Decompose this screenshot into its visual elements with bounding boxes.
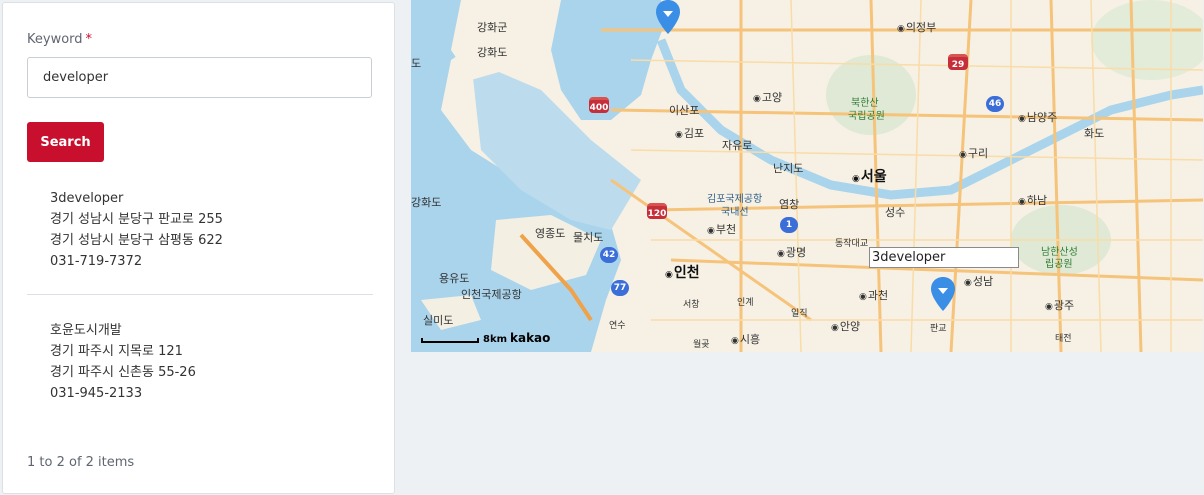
map-label: 강화도 (411, 196, 442, 209)
result-phone: 031-719-7372 (50, 254, 143, 269)
highway-shield: 29 (948, 54, 968, 70)
map-label: 의정부 (897, 19, 936, 35)
map-label: 국내선 (721, 207, 749, 218)
map-label: 판교 (930, 324, 947, 334)
highway-shield: 42 (600, 247, 618, 263)
result-item[interactable]: 3developer 경기 성남시 분당구 판교로 255 경기 성남시 분당구… (50, 188, 223, 272)
map-label: 고양 (753, 89, 782, 105)
highway-shield: 1 (780, 217, 798, 233)
map-label: 물치도 (573, 231, 604, 244)
result-name: 호윤도시개발 (50, 323, 122, 338)
marker-infowindow: 3developer (869, 247, 1019, 268)
map-label: 태전 (1055, 334, 1072, 344)
result-road-address: 경기 파주시 지목로 121 (50, 344, 183, 359)
result-item[interactable]: 호윤도시개발 경기 파주시 지목로 121 경기 파주시 신촌동 55-26 0… (50, 320, 196, 404)
map-label: 구리 (959, 145, 988, 161)
result-road-address: 경기 성남시 분당구 판교로 255 (50, 212, 223, 227)
pager-info: 1 to 2 of 2 items (27, 455, 135, 470)
map-marker-icon[interactable] (931, 277, 955, 311)
map-label: 이산포 (669, 104, 700, 117)
result-jibun-address: 경기 파주시 신촌동 55-26 (50, 365, 196, 380)
map-label: 염창 (779, 198, 800, 211)
highway-shield: 400 (589, 97, 609, 113)
map-label: 화도 (1084, 127, 1105, 140)
map-label: 동작대교 (835, 239, 869, 249)
map-label: 남양주 (1018, 109, 1057, 125)
result-phone: 031-945-2133 (50, 386, 143, 401)
map-marker-icon[interactable] (656, 0, 680, 34)
map-label: 립공원 (1045, 259, 1073, 270)
map-label: 성남 (964, 273, 993, 289)
keyword-input[interactable] (27, 57, 372, 98)
result-name: 3developer (50, 191, 124, 206)
map-label: 광주 (1045, 297, 1074, 313)
map-label: 서울 (852, 166, 887, 186)
highway-shield: 120 (647, 203, 667, 219)
map-label: 김포 (675, 125, 704, 141)
map-label: 과천 (859, 287, 888, 303)
map-label: 용유도 (439, 272, 470, 285)
map-label: 서창 (683, 300, 700, 310)
map-label: 일직 (791, 309, 808, 319)
map-base-layer (411, 0, 1203, 352)
map-label: 난지도 (773, 162, 804, 175)
scale-bar (421, 338, 479, 343)
required-mark: * (85, 32, 93, 47)
search-button[interactable]: Search (27, 122, 104, 162)
map-label: 강화도 (477, 46, 508, 59)
map-label: 인계 (737, 298, 754, 308)
scale-label: 8km (483, 334, 508, 345)
map-label: 인천 (665, 262, 700, 282)
keyword-label-text: Keyword (27, 32, 83, 47)
kakao-logo: kakao (510, 331, 551, 345)
map-label: 자유로 (722, 139, 753, 152)
highway-shield: 77 (611, 280, 629, 296)
map-label: 영종도 (535, 227, 566, 240)
map-label: 인천국제공항 (461, 288, 522, 301)
map-label: 시흥 (731, 331, 760, 347)
map-label: 연수 (609, 321, 626, 331)
result-divider (27, 294, 373, 295)
map-label: 안양 (831, 318, 860, 334)
map-label: 하남 (1018, 192, 1047, 208)
search-panel: Keyword* Search 3developer 경기 성남시 분당구 판교… (2, 2, 395, 494)
keyword-label: Keyword * (27, 32, 92, 47)
map-label: 성수 (885, 206, 906, 219)
map-label: 실미도 (423, 314, 454, 327)
map-label: 월곶 (693, 340, 710, 350)
map-label: 강화군 (477, 21, 508, 34)
highway-shield: 46 (986, 96, 1004, 112)
map-view[interactable]: 강화군 강화도 의정부 고양 이산포 김포 북한산 국립공원 구리 남양주 화도… (411, 0, 1203, 352)
map-label: 광명 (777, 244, 806, 260)
map-label: 국립공원 (848, 111, 885, 122)
result-jibun-address: 경기 성남시 분당구 삼평동 622 (50, 233, 223, 248)
map-label: 부천 (707, 221, 736, 237)
map-label: 도 (411, 57, 422, 70)
